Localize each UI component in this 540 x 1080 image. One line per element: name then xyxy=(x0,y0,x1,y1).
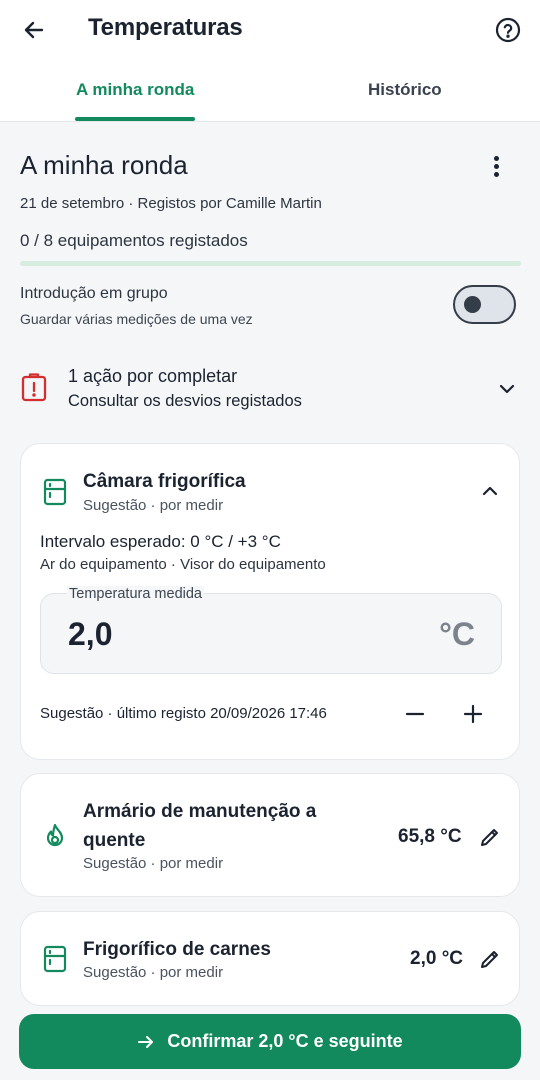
expected-range: Intervalo esperado: 0 °C / +3 °C xyxy=(40,532,281,551)
arrow-right-icon xyxy=(138,1035,154,1048)
equipment-card[interactable]: Frigorífico de carnes Sugestão · por med… xyxy=(20,911,520,1006)
round-meta: 21 de setembro · Registos por Camille Ma… xyxy=(20,195,322,212)
equipment-temperature: 65,8 °C xyxy=(398,826,462,847)
pending-action-subtitle: Consultar os desvios registados xyxy=(68,392,302,410)
equipment-name: Frigorífico de carnes xyxy=(83,939,271,960)
equipment-temperature: 2,0 °C xyxy=(410,948,464,969)
pencil-icon[interactable] xyxy=(479,948,501,970)
help-button[interactable] xyxy=(492,14,524,46)
app-header: Temperaturas A minha ronda Histórico xyxy=(0,0,540,122)
round-title: A minha ronda xyxy=(20,150,188,180)
group-entry-sublabel: Guardar várias medições de uma vez xyxy=(20,311,253,327)
progress-bar xyxy=(20,261,521,266)
page-title: Temperaturas xyxy=(88,14,243,41)
equipment-card-expanded: Câmara frigorífica Sugestão · por medir … xyxy=(20,443,520,760)
back-button[interactable] xyxy=(16,12,52,48)
measurement-location: Ar do equipamento · Visor do equipamento xyxy=(40,556,326,573)
plus-icon xyxy=(463,704,483,724)
equipment-card[interactable]: Armário de manutenção a quente Sugestão … xyxy=(20,773,520,897)
toggle-knob xyxy=(464,296,481,313)
fridge-icon xyxy=(43,478,67,506)
arrow-left-icon xyxy=(24,21,44,39)
equipment-status: Sugestão · por medir xyxy=(83,964,224,981)
temperature-input[interactable]: Temperatura medida 2,0 °C xyxy=(40,586,502,674)
active-tab-indicator xyxy=(75,117,195,121)
more-vertical-icon xyxy=(493,155,499,161)
alert-clipboard-icon xyxy=(21,373,47,402)
minus-icon xyxy=(405,712,425,716)
progress-text: 0 / 8 equipamentos registados xyxy=(20,231,248,250)
flame-icon xyxy=(46,823,64,847)
tab-my-round[interactable]: A minha ronda xyxy=(76,80,194,100)
group-entry-toggle[interactable] xyxy=(453,285,516,324)
chevron-up-icon[interactable] xyxy=(479,480,501,502)
equipment-name-line2: quente xyxy=(83,830,146,851)
chevron-down-icon[interactable] xyxy=(496,378,518,400)
confirm-next-button[interactable]: Confirmar 2,0 °C e seguinte xyxy=(19,1014,521,1069)
group-entry-label: Introdução em grupo xyxy=(20,285,168,302)
pending-action-title[interactable]: 1 ação por completar xyxy=(68,366,237,387)
last-record-text: Sugestão · último registo 20/09/2026 17:… xyxy=(40,705,327,722)
help-circle-icon xyxy=(495,17,521,43)
more-options-button[interactable] xyxy=(486,152,506,180)
equipment-name: Câmara frigorífica xyxy=(83,471,246,492)
equipment-status: Sugestão · por medir xyxy=(83,855,224,872)
temperature-value[interactable]: 2,0 xyxy=(68,616,112,653)
temperature-input-label: Temperatura medida xyxy=(67,586,204,602)
increment-button[interactable] xyxy=(457,698,489,730)
decrement-button[interactable] xyxy=(399,698,431,730)
equipment-name-line1: Armário de manutenção a xyxy=(83,801,317,822)
confirm-button-label: Confirmar 2,0 °C e seguinte xyxy=(167,1031,403,1051)
temperature-unit: °C xyxy=(439,616,475,652)
tab-history[interactable]: Histórico xyxy=(368,80,442,100)
pencil-icon[interactable] xyxy=(479,826,501,848)
equipment-status: Sugestão · por medir xyxy=(83,497,224,514)
fridge-icon xyxy=(43,945,67,973)
